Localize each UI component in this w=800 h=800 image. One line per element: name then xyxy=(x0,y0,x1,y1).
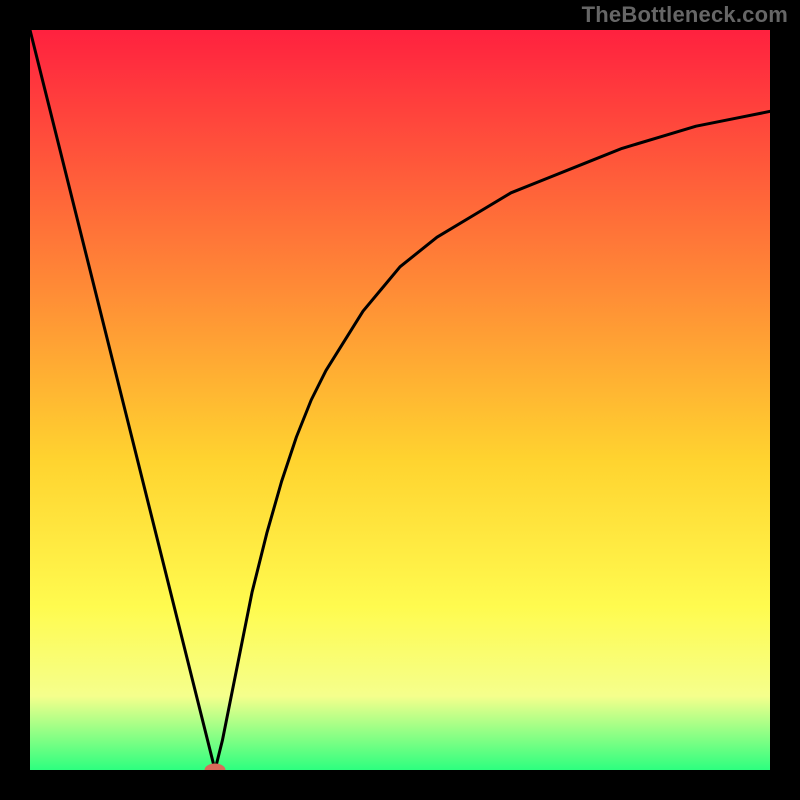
chart-frame: TheBottleneck.com xyxy=(0,0,800,800)
watermark-text: TheBottleneck.com xyxy=(582,2,788,28)
gradient-background xyxy=(30,30,770,770)
bottleneck-chart xyxy=(30,30,770,770)
plot-area xyxy=(30,30,770,770)
